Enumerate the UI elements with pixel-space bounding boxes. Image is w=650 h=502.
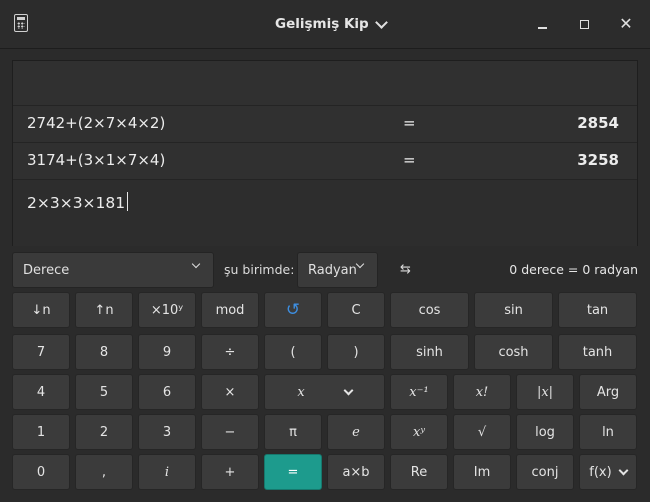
angle-unit-to-value: Radyan <box>308 263 357 278</box>
function-menu[interactable]: f(x) <box>579 454 637 490</box>
factorize-key[interactable]: a×b <box>327 454 385 490</box>
digit-3-key[interactable]: 3 <box>138 414 196 450</box>
imaginary-key[interactable]: i <box>138 454 196 490</box>
tan-key[interactable]: tan <box>558 292 637 328</box>
angle-unit-from-select[interactable]: Derece <box>12 252 214 288</box>
minimize-button[interactable] <box>532 14 552 34</box>
tanh-key[interactable]: tanh <box>558 334 637 370</box>
factorial-key[interactable]: x! <box>453 374 511 410</box>
title-bar: Gelişmiş Kip ✕ <box>0 0 650 49</box>
sin-key[interactable]: sin <box>474 292 553 328</box>
pi-key[interactable]: π <box>264 414 322 450</box>
sqrt-key[interactable]: √ <box>453 414 511 450</box>
mod-key[interactable]: mod <box>201 292 259 328</box>
chevron-down-icon <box>355 259 365 269</box>
undo-icon: ↺ <box>285 300 301 320</box>
close-paren-key[interactable]: ) <box>327 334 385 370</box>
angle-unit-to-select[interactable]: Radyan <box>297 252 378 288</box>
digit-9-key[interactable]: 9 <box>138 334 196 370</box>
subtract-key[interactable]: − <box>201 414 259 450</box>
history-row[interactable]: 2742+(2×7×4×2) = 2854 <box>13 105 637 141</box>
clear-key[interactable]: C <box>327 292 385 328</box>
decimal-comma-key[interactable]: , <box>75 454 133 490</box>
add-key[interactable]: + <box>201 454 259 490</box>
inverse-key[interactable]: x⁻¹ <box>390 374 448 410</box>
history-expression: 3174+(3×1×7×4) <box>27 151 166 169</box>
swap-units-icon[interactable]: ⇆ <box>400 262 411 277</box>
conjugate-key[interactable]: conj <box>516 454 574 490</box>
history-expression: 2742+(2×7×4×2) <box>27 114 166 132</box>
euler-key[interactable]: e <box>327 414 385 450</box>
calculator-icon[interactable] <box>14 14 28 32</box>
expression-input[interactable]: 2×3×3×181 <box>13 179 637 246</box>
arg-key[interactable]: Arg <box>579 374 637 410</box>
undo-button[interactable]: ↺ <box>264 292 322 328</box>
history-result: 2854 <box>577 114 619 132</box>
text-cursor <box>127 192 129 211</box>
log-key[interactable]: log <box>516 414 574 450</box>
input-text: 2×3×3×181 <box>27 194 126 212</box>
sinh-key[interactable]: sinh <box>390 334 469 370</box>
subscript-key[interactable]: ↓n <box>12 292 70 328</box>
equals-button[interactable]: = <box>264 454 322 490</box>
maximize-button[interactable] <box>574 14 594 34</box>
history-equals: = <box>403 151 416 169</box>
to-unit-label: şu birimde: <box>224 262 295 277</box>
cos-key[interactable]: cos <box>390 292 469 328</box>
digit-1-key[interactable]: 1 <box>12 414 70 450</box>
variable-x-menu[interactable]: x <box>264 374 385 410</box>
open-paren-key[interactable]: ( <box>264 334 322 370</box>
divide-key[interactable]: ÷ <box>201 334 259 370</box>
angle-unit-from-value: Derece <box>23 263 70 278</box>
superscript-key[interactable]: ↑n <box>75 292 133 328</box>
real-part-key[interactable]: Re <box>390 454 448 490</box>
digit-4-key[interactable]: 4 <box>12 374 70 410</box>
chevron-down-icon <box>343 385 354 395</box>
ln-key[interactable]: ln <box>579 414 637 450</box>
times-ten-power-key[interactable]: ×10ʸ <box>138 292 196 328</box>
digit-5-key[interactable]: 5 <box>75 374 133 410</box>
mode-menu[interactable]: Gelişmiş Kip <box>275 14 388 34</box>
chevron-down-icon <box>374 15 388 29</box>
window-title: Gelişmiş Kip <box>275 16 369 32</box>
history-result: 3258 <box>577 151 619 169</box>
chevron-down-icon <box>191 259 201 269</box>
chevron-down-icon <box>618 465 629 475</box>
cosh-key[interactable]: cosh <box>474 334 553 370</box>
digit-7-key[interactable]: 7 <box>12 334 70 370</box>
power-key[interactable]: xʸ <box>390 414 448 450</box>
conversion-readout: 0 derece = 0 radyan <box>509 262 638 277</box>
close-button[interactable]: ✕ <box>616 14 636 34</box>
imaginary-part-key[interactable]: Im <box>453 454 511 490</box>
digit-0-key[interactable]: 0 <box>12 454 70 490</box>
calculation-display: 2742+(2×7×4×2) = 2854 3174+(3×1×7×4) = 3… <box>12 60 638 246</box>
abs-key[interactable]: |x| <box>516 374 574 410</box>
digit-2-key[interactable]: 2 <box>75 414 133 450</box>
digit-6-key[interactable]: 6 <box>138 374 196 410</box>
history-equals: = <box>403 114 416 132</box>
digit-8-key[interactable]: 8 <box>75 334 133 370</box>
multiply-key[interactable]: × <box>201 374 259 410</box>
history-row[interactable]: 3174+(3×1×7×4) = 3258 <box>13 142 637 178</box>
